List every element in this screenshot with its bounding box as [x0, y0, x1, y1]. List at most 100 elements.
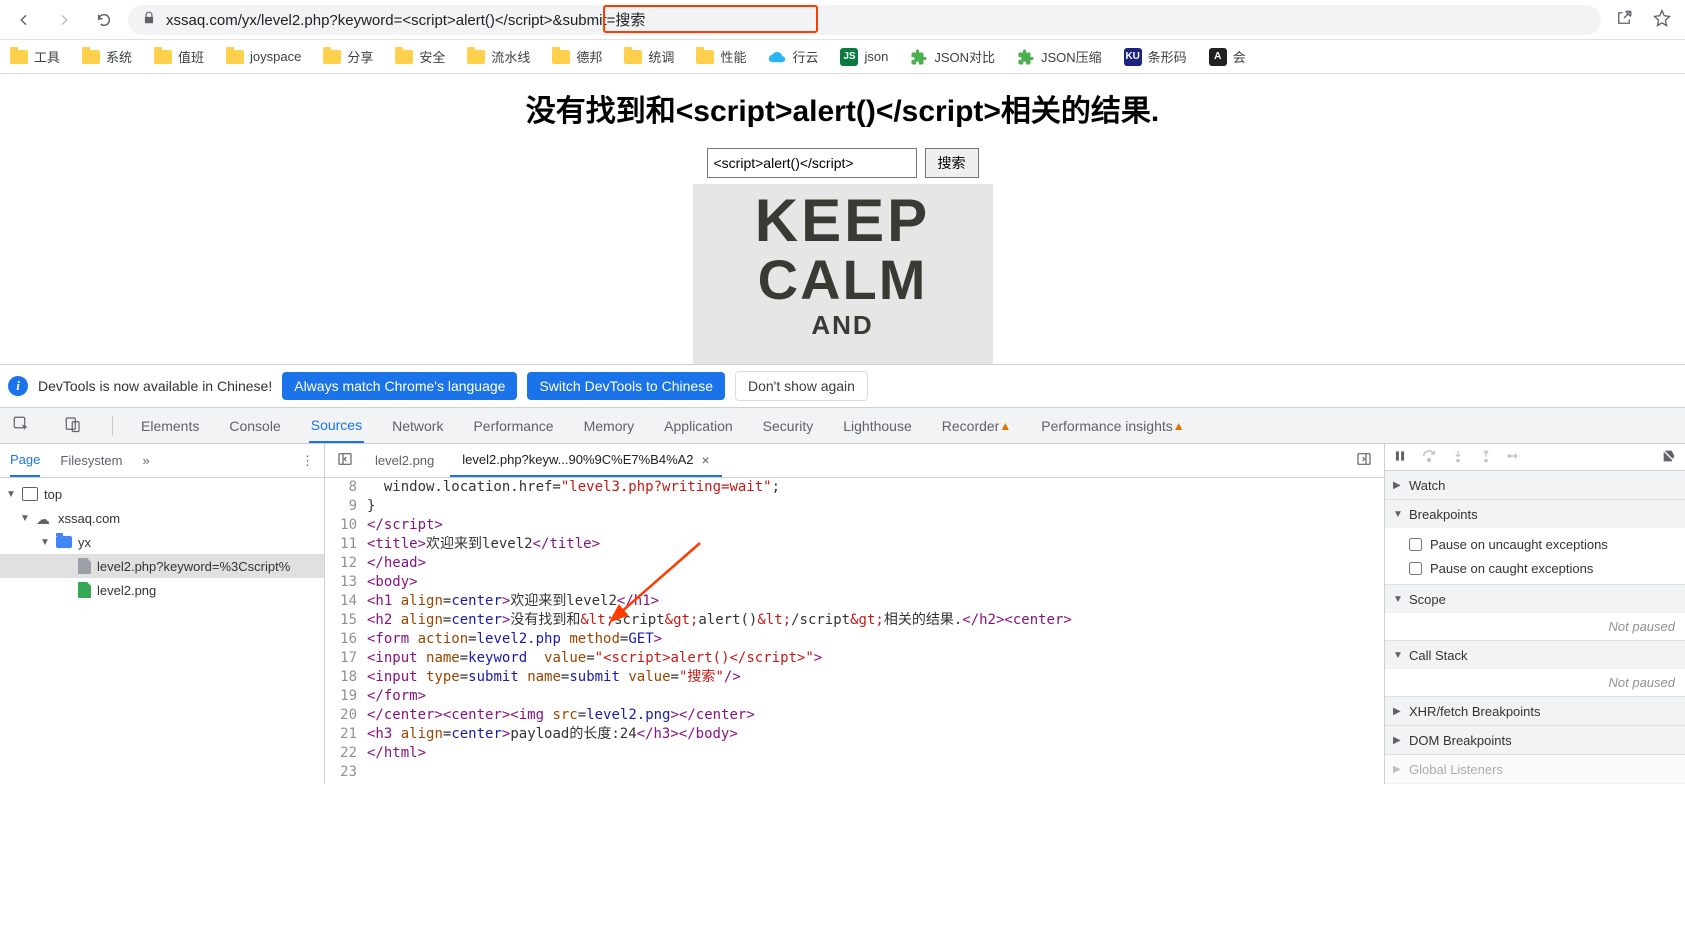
navigator-tab-filesystem[interactable]: Filesystem	[60, 444, 122, 477]
always-match-button[interactable]: Always match Chrome's language	[282, 372, 517, 400]
code-line[interactable]: 23	[325, 763, 1384, 782]
tab-network[interactable]: Network	[390, 408, 445, 443]
code-line[interactable]: 8 window.location.href="level3.php?writi…	[325, 478, 1384, 497]
bookmark-item[interactable]: KU条形码	[1124, 47, 1187, 66]
code-line[interactable]: 17<input name=keyword value="<script>ale…	[325, 649, 1384, 668]
line-number: 12	[325, 554, 367, 573]
pause-uncaught-checkbox[interactable]	[1409, 538, 1422, 551]
line-number: 17	[325, 649, 367, 668]
code-line[interactable]: 18<input type=submit name=submit value="…	[325, 668, 1384, 687]
code-line[interactable]: 21<h3 align=center>payload的长度:24</h3></b…	[325, 725, 1384, 744]
global-listeners-section[interactable]: ▶Global Listeners	[1385, 755, 1685, 784]
show-navigator-icon[interactable]	[331, 451, 359, 470]
tree-domain[interactable]: ▼xssaq.com	[0, 506, 324, 530]
scope-header[interactable]: ▼Scope	[1385, 585, 1685, 613]
bookmark-item[interactable]: 统调	[624, 47, 674, 66]
breakpoints-header[interactable]: ▼Breakpoints	[1385, 500, 1685, 528]
code-content: <h1 align=center>欢迎来到level2</h1>	[367, 592, 1384, 611]
show-debugger-icon[interactable]	[1350, 451, 1378, 470]
step-into-button[interactable]	[1451, 449, 1465, 466]
navigator-more-icon[interactable]: ⋮	[301, 453, 314, 469]
code-line[interactable]: 16<form action=level2.php method=GET>	[325, 630, 1384, 649]
bookmark-item[interactable]: A会	[1209, 47, 1246, 66]
switch-to-chinese-button[interactable]: Switch DevTools to Chinese	[527, 372, 725, 400]
callstack-header[interactable]: ▼Call Stack	[1385, 641, 1685, 669]
reload-button[interactable]	[88, 4, 120, 36]
tab-lighthouse[interactable]: Lighthouse	[841, 408, 914, 443]
bookmark-label: 会	[1233, 47, 1246, 66]
tab-performance[interactable]: Performance	[471, 408, 555, 443]
tree-folder-yx[interactable]: ▼yx	[0, 530, 324, 554]
code-editor[interactable]: 8 window.location.href="level3.php?writi…	[325, 478, 1384, 784]
bookmark-item[interactable]: 分享	[323, 47, 373, 66]
bookmarks-bar: 工具 系统 值班 joyspace 分享 安全 流水线 德邦 统调 性能 行云 JSjson JSON对…	[0, 40, 1685, 74]
submit-button[interactable]	[925, 148, 979, 178]
editor-tab-png[interactable]: level2.png	[363, 444, 446, 477]
bookmark-item[interactable]: JSON对比	[910, 47, 995, 66]
code-line[interactable]: 10</script>	[325, 516, 1384, 535]
bookmark-item[interactable]: 安全	[395, 47, 445, 66]
tree-top[interactable]: ▼top	[0, 482, 324, 506]
tab-elements[interactable]: Elements	[139, 408, 201, 443]
bookmark-item[interactable]: 系统	[82, 47, 132, 66]
tab-memory[interactable]: Memory	[582, 408, 637, 443]
bookmark-item[interactable]: JSON压缩	[1017, 47, 1102, 66]
code-line[interactable]: 11<title>欢迎来到level2</title>	[325, 535, 1384, 554]
step-out-button[interactable]	[1479, 449, 1493, 466]
step-over-button[interactable]	[1421, 448, 1437, 467]
code-line[interactable]: 20</center><center><img src=level2.png><…	[325, 706, 1384, 725]
tab-performance-insights[interactable]: Performance insights ▲	[1039, 408, 1186, 443]
tab-recorder[interactable]: Recorder ▲	[940, 408, 1013, 443]
bookmark-item[interactable]: 工具	[10, 47, 60, 66]
tab-security[interactable]: Security	[761, 408, 816, 443]
bookmark-item[interactable]: 流水线	[467, 47, 530, 66]
inspect-element-icon[interactable]	[8, 415, 34, 436]
close-tab-icon[interactable]: ×	[702, 452, 710, 468]
url-highlight-box	[603, 5, 818, 33]
dont-show-again-button[interactable]: Don't show again	[735, 371, 868, 401]
back-button[interactable]	[8, 4, 40, 36]
code-content: </form>	[367, 687, 1384, 706]
watch-section[interactable]: ▶Watch	[1385, 471, 1685, 500]
bookmark-label: 值班	[178, 47, 204, 66]
device-toggle-icon[interactable]	[60, 415, 86, 436]
bookmark-item[interactable]: 德邦	[552, 47, 602, 66]
code-line[interactable]: 9}	[325, 497, 1384, 516]
deactivate-breakpoints-button[interactable]	[1661, 448, 1677, 467]
info-icon: i	[8, 376, 28, 396]
star-icon[interactable]	[1647, 9, 1677, 30]
navigator-tab-page[interactable]: Page	[10, 444, 40, 477]
xhr-breakpoints-section[interactable]: ▶XHR/fetch Breakpoints	[1385, 697, 1685, 726]
bookmark-item[interactable]: 值班	[154, 47, 204, 66]
pause-button[interactable]	[1393, 449, 1407, 466]
tab-console[interactable]: Console	[227, 408, 282, 443]
line-number: 21	[325, 725, 367, 744]
code-line[interactable]: 13<body>	[325, 573, 1384, 592]
scope-section: ▼Scope Not paused	[1385, 585, 1685, 641]
code-line[interactable]: 14<h1 align=center>欢迎来到level2</h1>	[325, 592, 1384, 611]
share-icon[interactable]	[1609, 9, 1639, 30]
keyword-input[interactable]	[707, 148, 917, 178]
pause-caught-checkbox[interactable]	[1409, 562, 1422, 575]
tab-application[interactable]: Application	[662, 408, 735, 443]
code-line[interactable]: 12</head>	[325, 554, 1384, 573]
tree-file-png[interactable]: level2.png	[0, 578, 324, 602]
code-line[interactable]: 19</form>	[325, 687, 1384, 706]
breakpoints-section: ▼Breakpoints Pause on uncaught exception…	[1385, 500, 1685, 585]
bookmark-item[interactable]: 性能	[696, 47, 746, 66]
code-line[interactable]: 15<h2 align=center>没有找到和&lt;script&gt;al…	[325, 611, 1384, 630]
forward-button[interactable]	[48, 4, 80, 36]
tab-sources[interactable]: Sources	[309, 408, 364, 443]
line-number: 9	[325, 497, 367, 516]
address-bar[interactable]: xssaq.com/yx/level2.php?keyword=<script>…	[128, 5, 1601, 35]
bookmark-item[interactable]: JSjson	[840, 48, 888, 66]
bookmark-item[interactable]: joyspace	[226, 49, 301, 64]
editor-tab-php[interactable]: level2.php?keyw...90%9C%E7%B4%A2×	[450, 444, 721, 477]
more-tabs-icon[interactable]: »	[143, 453, 150, 468]
step-button[interactable]	[1507, 449, 1521, 466]
bookmark-item[interactable]: 行云	[768, 47, 818, 66]
tree-file-php[interactable]: level2.php?keyword=%3Cscript%	[0, 554, 324, 578]
code-line[interactable]: 22</html>	[325, 744, 1384, 763]
scope-label: Scope	[1409, 592, 1446, 607]
dom-breakpoints-section[interactable]: ▶DOM Breakpoints	[1385, 726, 1685, 755]
